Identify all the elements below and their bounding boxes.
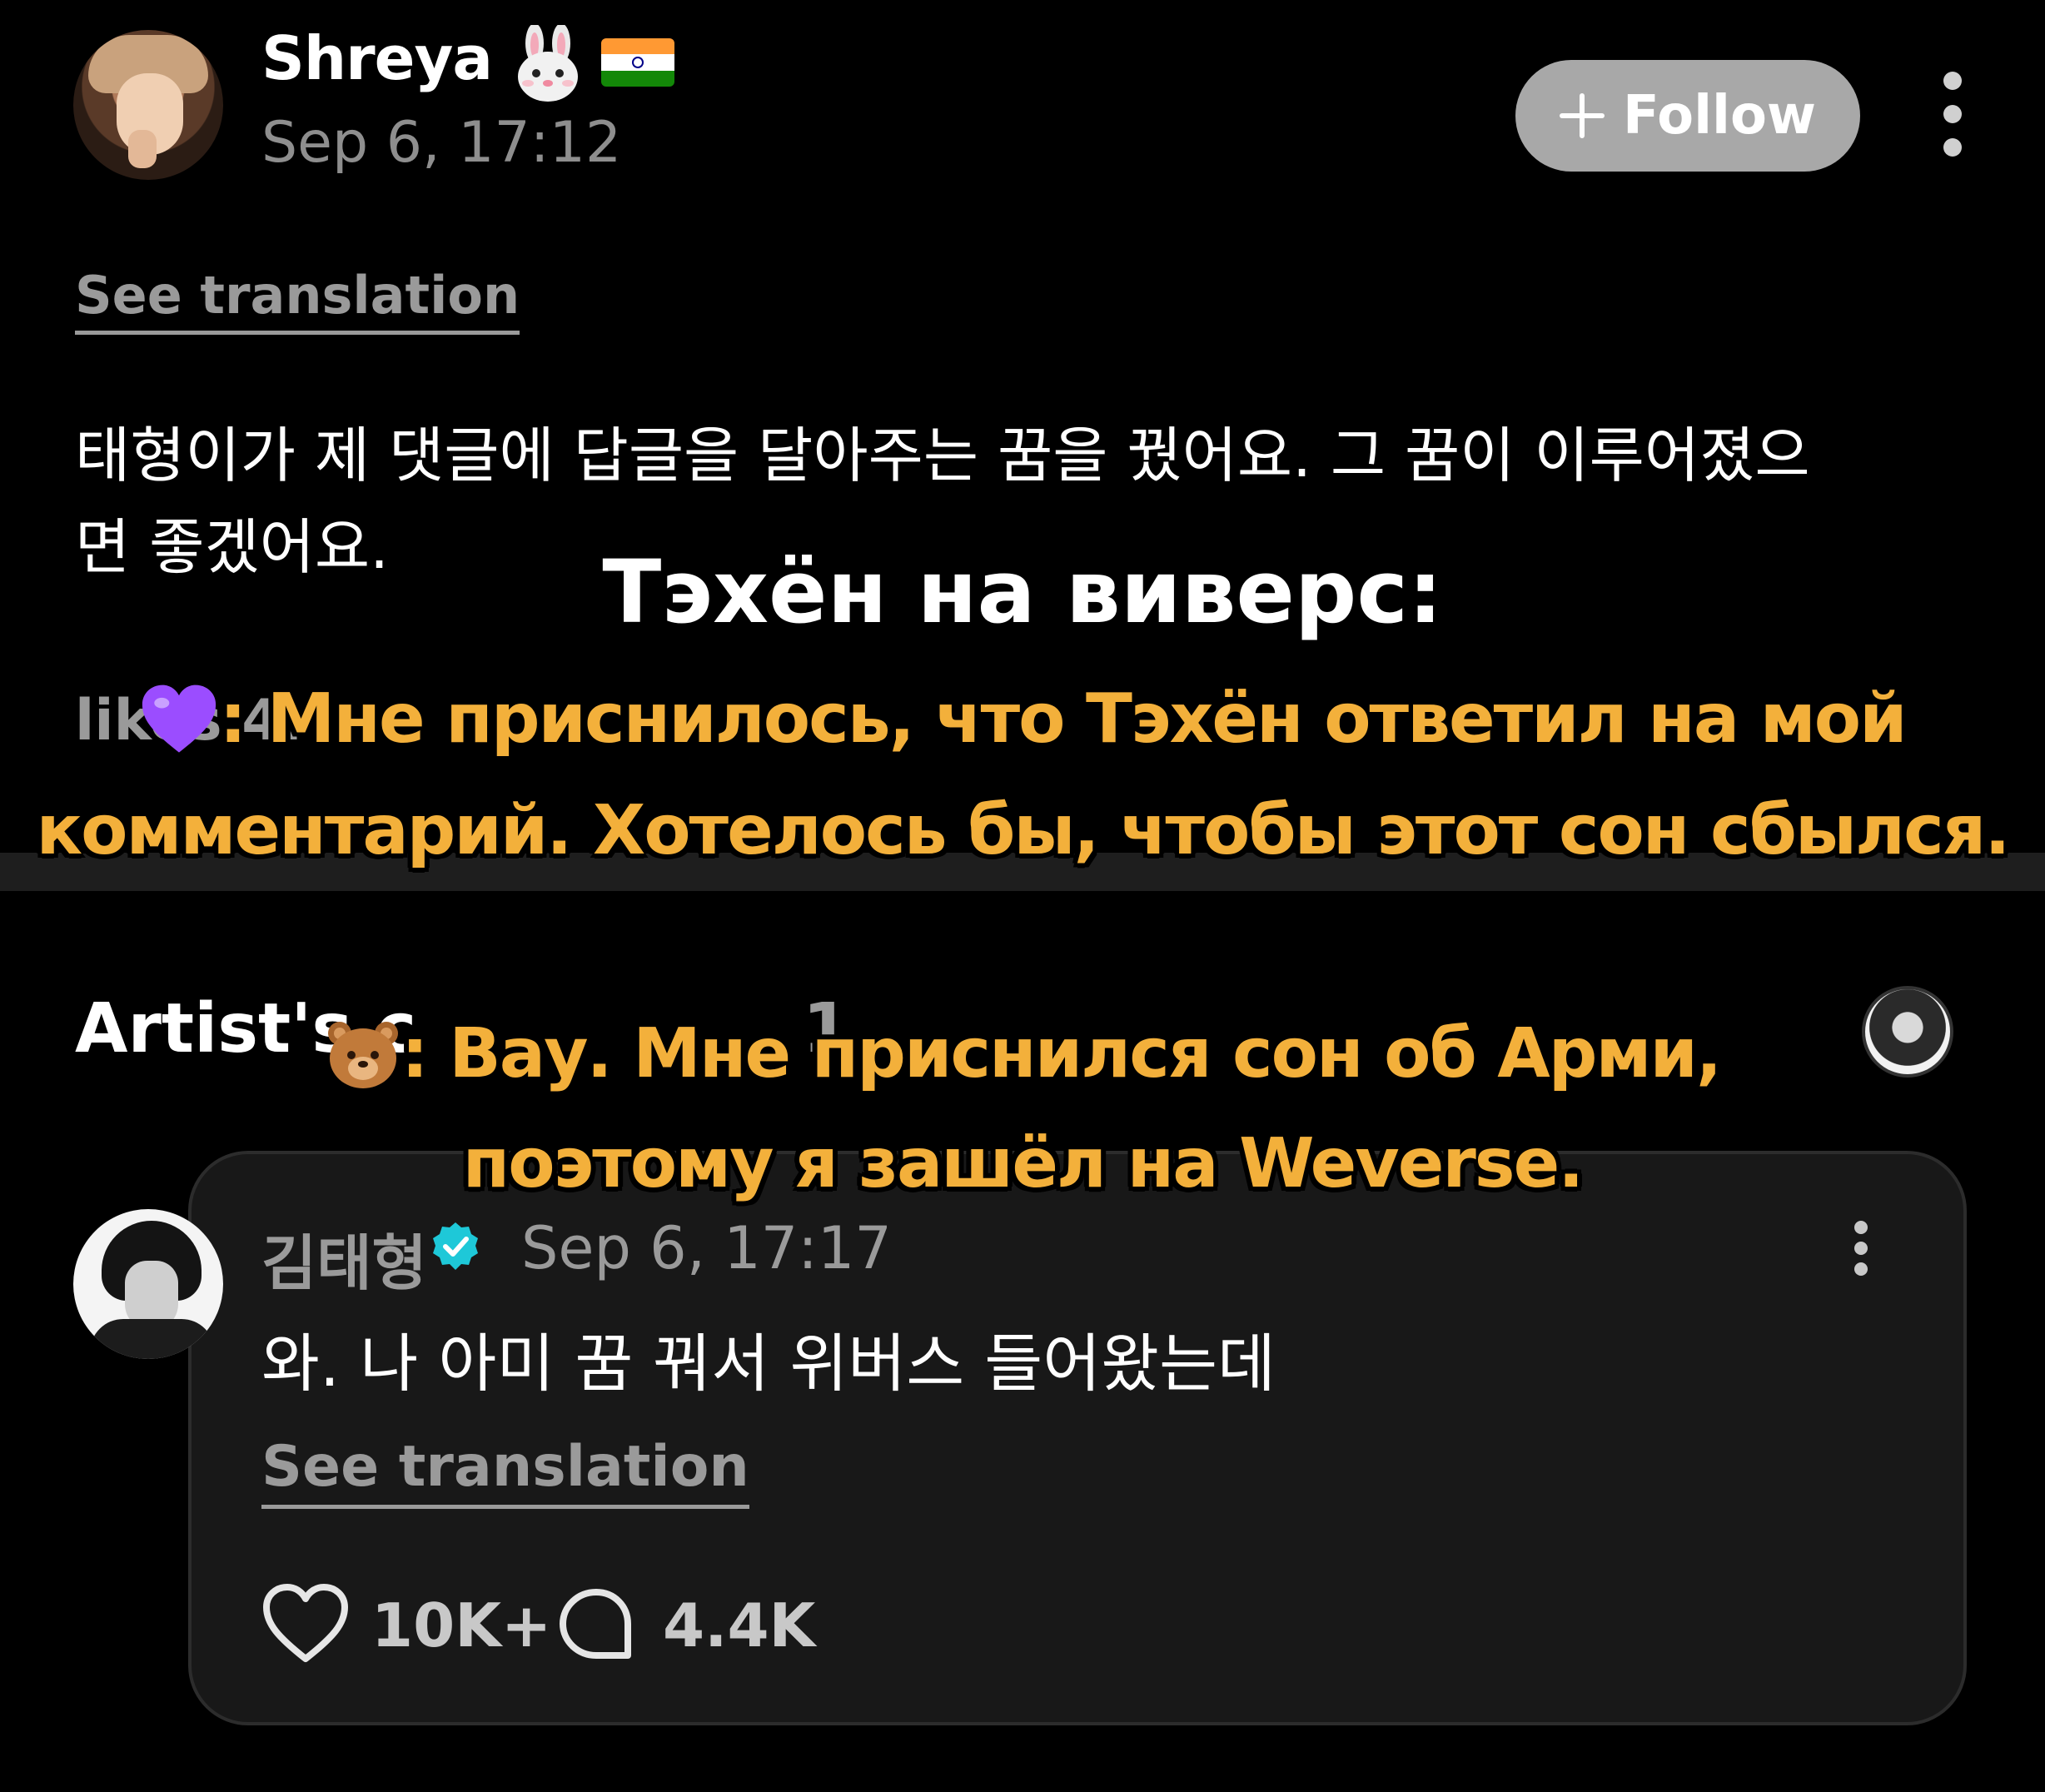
heart-icon[interactable] (261, 1582, 350, 1665)
overlay-heading: Тэхён на виверс: (602, 541, 1443, 643)
author-name[interactable]: Shreya (261, 23, 493, 93)
comment-more-options-icon[interactable] (1848, 1221, 1873, 1276)
author-avatar[interactable] (73, 30, 223, 180)
overlay-caption-line-3: : Вау. Мне приснился сон об Арми, (0, 1014, 2045, 1093)
post-timestamp: Sep 6, 17:12 (261, 110, 622, 176)
overlay-caption-line-1: : Мне приснилось, что Тэхён ответил на м… (0, 679, 2045, 759)
comment-replies-count: 4.4K (663, 1590, 816, 1660)
bear-face-icon (327, 1021, 398, 1088)
comment-body: 와. 나 아미 꿈 꿔서 위버스 들어왔는데 (261, 1327, 1276, 1401)
overlay-caption-text-3: : Вау. Мне приснился сон об Арми, (401, 1014, 1722, 1093)
follow-button[interactable]: Follow (1515, 60, 1860, 172)
more-options-icon[interactable] (1940, 72, 1965, 157)
follow-button-label: Follow (1622, 85, 1817, 147)
rabbit-face-icon (518, 25, 578, 102)
overlay-caption-line-4: поэтому я зашёл на Weverse. (462, 1124, 1585, 1203)
comment-bubble-icon[interactable] (556, 1585, 636, 1665)
comment-timestamp: Sep 6, 17:17 (521, 1214, 892, 1282)
india-flag-icon (601, 38, 674, 87)
artist-avatar[interactable] (73, 1209, 223, 1359)
overlay-caption-line-2: комментарий. Хотелось бы, чтобы этот сон… (36, 791, 2011, 870)
overlay-caption-text-1: : Мне приснилось, что Тэхён ответил на м… (219, 679, 1907, 759)
comment-likes-count: 10K+ (371, 1590, 552, 1660)
plus-icon (1559, 93, 1605, 138)
purple-heart-icon (142, 684, 216, 753)
see-translation-link[interactable]: See translation (75, 265, 520, 335)
comment-see-translation-link[interactable]: See translation (261, 1434, 749, 1509)
comment-author-name[interactable]: 김태형 (261, 1214, 427, 1302)
verified-badge-icon (433, 1222, 478, 1270)
